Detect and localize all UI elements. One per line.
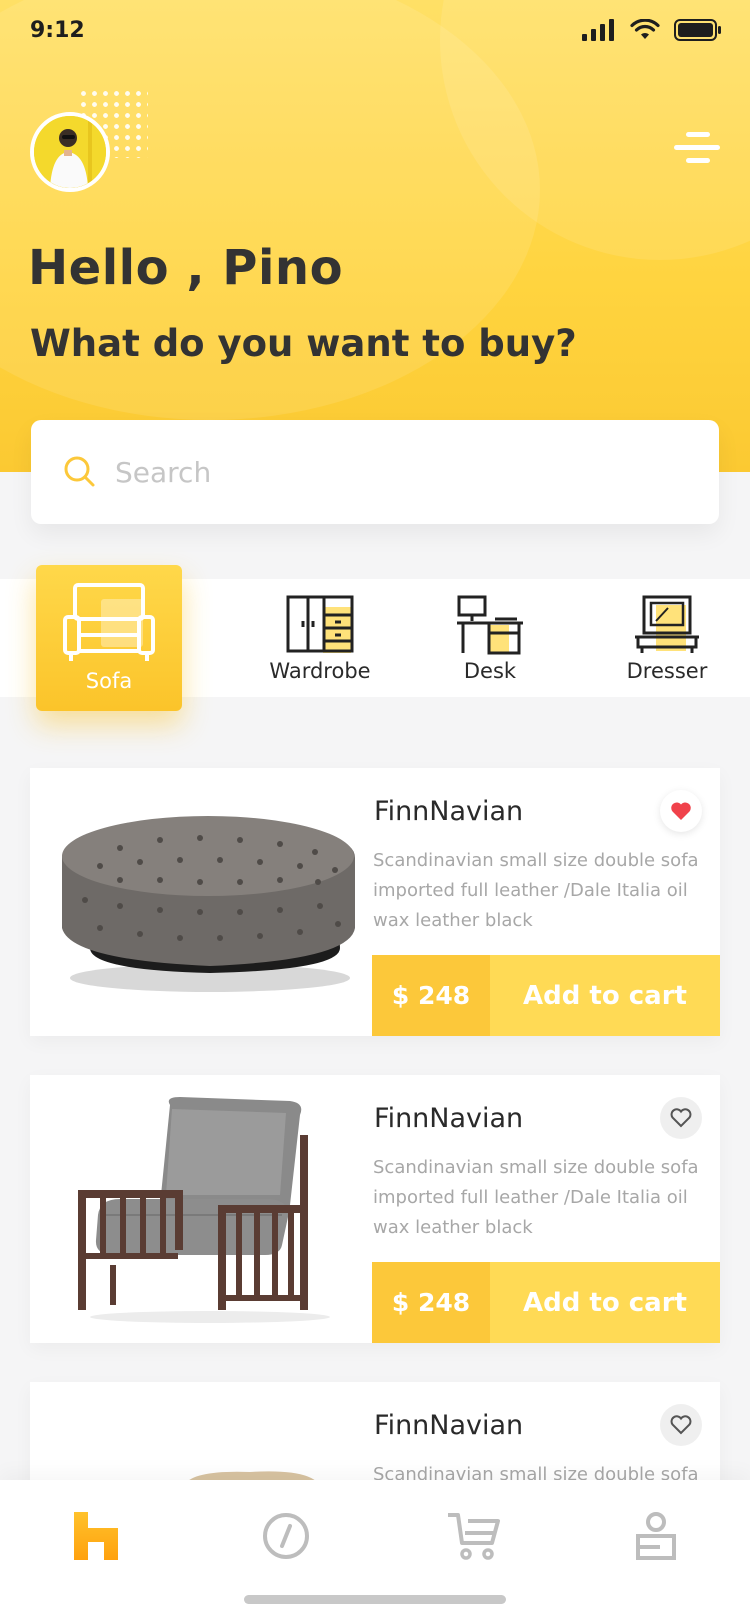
profile-icon [636,1512,676,1560]
status-bar: 9:12 [0,0,750,64]
category-label: Dresser [626,659,708,683]
heart-filled-icon [671,802,691,820]
tab-profile[interactable] [626,1506,686,1566]
heart-outline-icon [670,1415,692,1435]
product-name: FinnNavian [374,796,524,827]
heart-outline-icon [670,1108,692,1128]
category-desk[interactable]: Desk [440,579,540,697]
status-time: 9:12 [30,18,85,43]
signal-icon [582,19,614,41]
product-price: $ 248 [372,955,490,1036]
category-wardrobe[interactable]: Wardrobe [255,579,385,697]
home-icon [74,1512,118,1560]
user-photo [34,116,106,188]
category-label: Wardrobe [269,659,371,683]
greeting-title: Hello , Pino [28,240,344,296]
product-image-armchair [78,1097,330,1323]
compass-icon [263,1513,309,1559]
product-name: FinnNavian [374,1410,524,1441]
dresser-icon [635,595,699,653]
product-card[interactable]: FinnNavian Scandinavian small size doubl… [30,768,720,1036]
product-name: FinnNavian [374,1103,524,1134]
status-icons [582,18,722,42]
search-input[interactable] [115,455,675,489]
menu-icon[interactable] [674,132,720,166]
favorite-button[interactable] [660,1097,702,1139]
search-icon [64,456,95,487]
add-to-cart-button[interactable]: Add to cart [490,1262,720,1343]
add-to-cart-button[interactable]: Add to cart [490,955,720,1036]
product-card[interactable]: FinnNavian Scandinavian small size doubl… [30,1075,720,1343]
favorite-button[interactable] [660,1404,702,1446]
battery-icon [674,19,721,41]
avatar[interactable] [30,112,110,192]
category-sofa[interactable]: Sofa [36,565,182,711]
favorite-button[interactable] [660,790,702,832]
header-background [0,0,750,472]
tab-cart[interactable] [444,1506,504,1566]
sofa-icon [63,583,155,661]
product-description: Scandinavian small size double sofa impo… [373,1157,699,1238]
category-label: Sofa [85,669,133,693]
wifi-icon [630,19,660,39]
desk-icon [457,595,523,655]
greeting-subtitle: What do you want to buy? [30,322,577,365]
category-dresser[interactable]: Dresser [612,579,722,697]
tab-discover[interactable] [256,1506,316,1566]
cart-icon [448,1513,500,1560]
home-indicator[interactable] [244,1595,506,1604]
wardrobe-icon [286,595,354,653]
product-description: Scandinavian small size double sofa impo… [373,850,699,931]
category-label: Desk [463,659,517,683]
search-bar[interactable] [31,420,719,524]
product-image-ottoman [62,816,355,992]
tab-home[interactable] [66,1506,126,1566]
product-price: $ 248 [372,1262,490,1343]
